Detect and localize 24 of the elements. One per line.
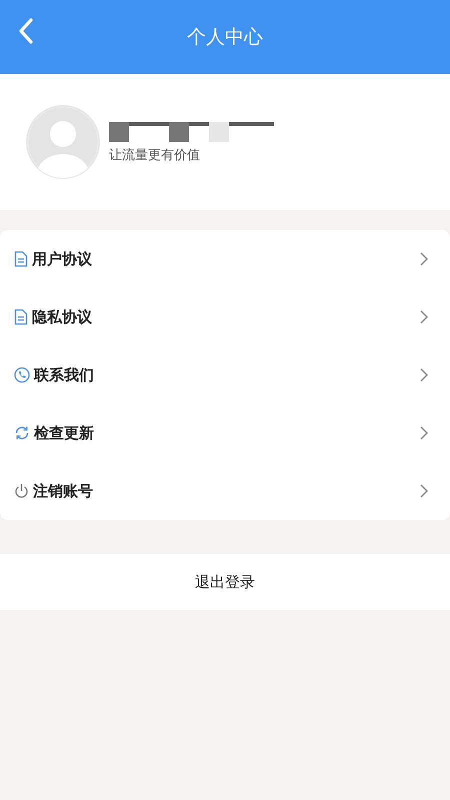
menu-label: 用户协议 xyxy=(32,248,92,270)
document-icon xyxy=(14,251,28,267)
avatar-icon xyxy=(25,104,101,180)
menu-label: 注销账号 xyxy=(33,480,93,502)
chevron-icon xyxy=(420,252,428,266)
menu-item[interactable]: 注销账号 xyxy=(0,462,450,520)
logout-button[interactable]: 退出登录 xyxy=(0,554,450,610)
menu-item[interactable]: 用户协议 xyxy=(0,230,450,288)
refresh-icon xyxy=(14,425,30,441)
menu-label: 隐私协议 xyxy=(32,306,92,328)
menu-label: 检查更新 xyxy=(34,422,94,444)
page-title: 个人中心 xyxy=(187,24,263,50)
slogan-text: 让流量更有价值 xyxy=(109,147,201,166)
chevron-icon xyxy=(420,484,428,498)
chevron-icon xyxy=(420,368,428,382)
menu-item[interactable]: 检查更新 xyxy=(0,404,450,462)
chevron-icon xyxy=(420,310,428,324)
phone-icon xyxy=(14,367,30,383)
menu-item[interactable]: 联系我们 xyxy=(0,346,450,404)
chevron-icon xyxy=(420,426,428,440)
menu-item[interactable]: 隐私协议 xyxy=(0,288,450,346)
power-icon xyxy=(14,483,29,499)
document-icon xyxy=(14,309,28,325)
menu-label: 联系我们 xyxy=(34,364,94,386)
